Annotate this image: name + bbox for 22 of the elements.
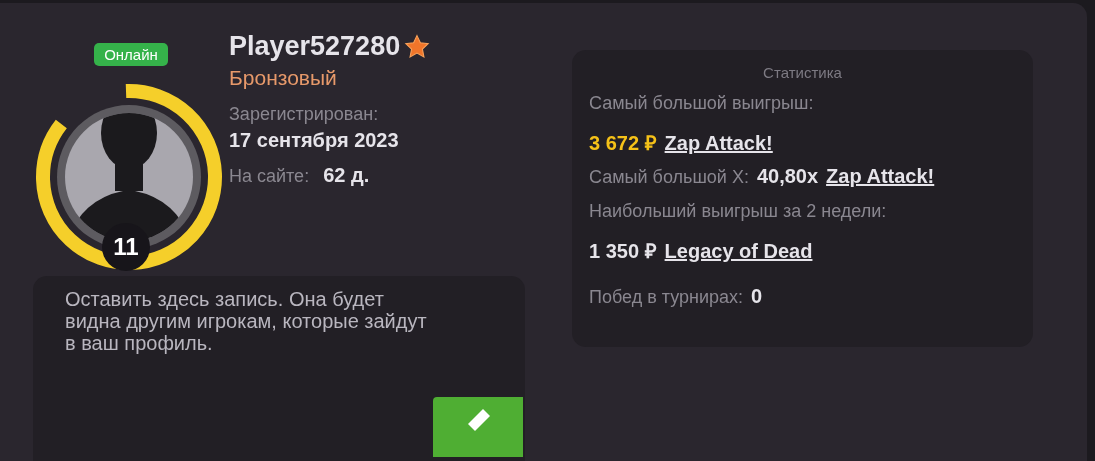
online-badge: Онлайн xyxy=(94,43,168,66)
stats-title: Статистика xyxy=(762,64,843,81)
stat-label: Самый большой X: xyxy=(589,167,749,188)
stat-value: 40,80x xyxy=(756,165,819,188)
game-link[interactable]: Legacy of Dead xyxy=(664,240,813,263)
game-link[interactable]: Zap Attack! xyxy=(826,165,935,188)
stat-value: 3 672 ₽ xyxy=(589,131,657,156)
note-field[interactable]: Оставить здесь запись. Она будет видна другим игрокам, которые зайдут в ваш профиль. xyxy=(33,276,525,461)
stat-label: Побед в турнирах: xyxy=(589,287,743,308)
on-site-label: На сайте: xyxy=(229,166,310,187)
player-name: Player527280 xyxy=(229,31,401,62)
stat-label: Самый большой выигрыш: xyxy=(589,93,814,114)
on-site-value: 62 д. xyxy=(323,164,370,187)
edit-button[interactable] xyxy=(433,397,523,457)
stat-value: 0 xyxy=(751,285,763,308)
stat-label: Наибольший выигрыш за 2 недели: xyxy=(589,201,887,222)
registered-label: Зарегистрирован: xyxy=(229,104,380,125)
registered-date: 17 сентября 2023 xyxy=(229,129,400,152)
game-link[interactable]: Zap Attack! xyxy=(664,132,773,155)
rank-label: Бронзовый xyxy=(229,66,338,90)
star-icon xyxy=(404,33,431,60)
stat-value: 1 350 ₽ xyxy=(589,239,657,264)
